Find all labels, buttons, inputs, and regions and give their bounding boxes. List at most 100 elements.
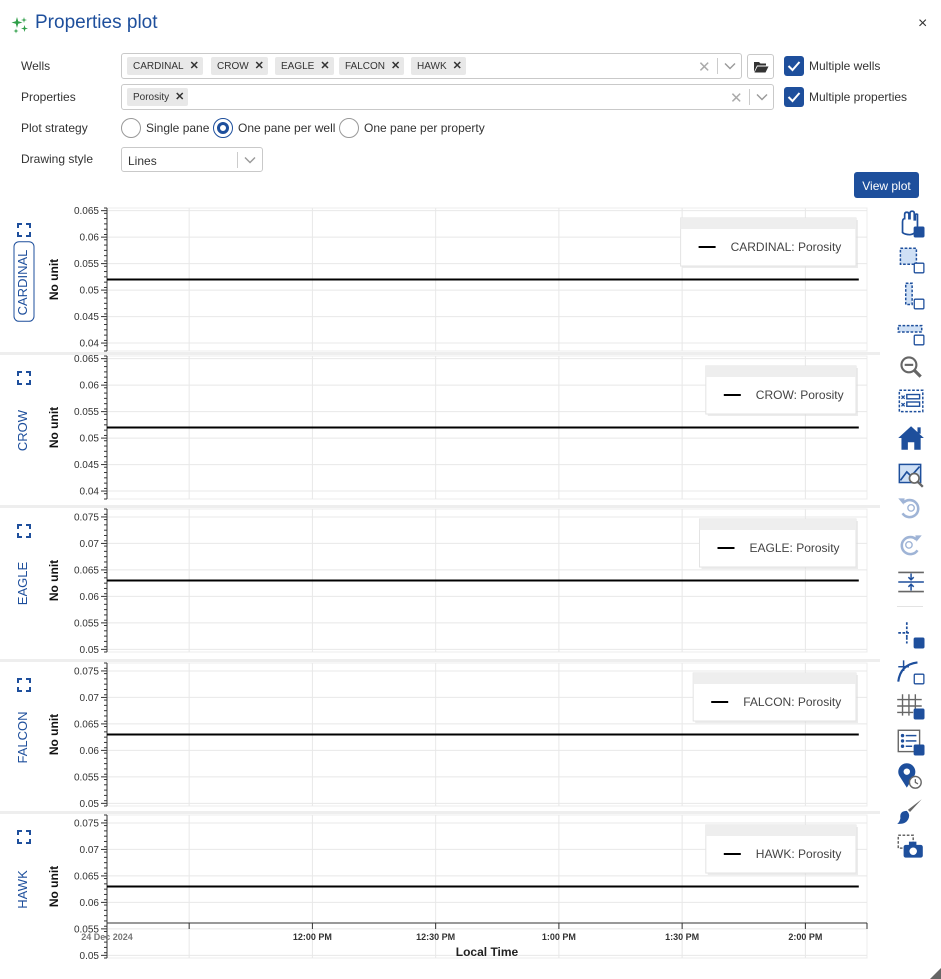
browse-wells-button[interactable] bbox=[747, 54, 774, 79]
multiple-wells-checkbox[interactable] bbox=[784, 56, 804, 76]
clear-wells-icon[interactable]: ✕ bbox=[698, 58, 711, 76]
point-draw-icon-glyph bbox=[898, 763, 922, 789]
reset-home-icon[interactable] bbox=[894, 423, 926, 453]
y-tick-label: 0.075 bbox=[74, 666, 99, 677]
chevron-down-icon[interactable] bbox=[756, 91, 768, 103]
chevron-down-icon[interactable] bbox=[724, 60, 736, 72]
wells-label: Wells bbox=[21, 59, 51, 73]
x-tick-label: 12:30 PM bbox=[416, 932, 455, 942]
hover-curve-icon[interactable] bbox=[894, 656, 926, 686]
well-label-crow: CROW bbox=[15, 409, 30, 451]
y-tick-label: 0.07 bbox=[80, 845, 100, 856]
x-axis-label: Local Time bbox=[456, 945, 519, 959]
y-tick-label: 0.04 bbox=[80, 487, 100, 498]
undo-icon-glyph bbox=[898, 498, 920, 519]
legend-header bbox=[680, 218, 856, 229]
remove-tag-icon[interactable]: ✕ bbox=[320, 57, 329, 75]
grid-toggle-icon[interactable] bbox=[894, 691, 926, 721]
expand-pane-icon[interactable] bbox=[17, 223, 31, 237]
radio-one-pane-per-well[interactable] bbox=[213, 118, 233, 138]
y-tick-label: 0.055 bbox=[74, 618, 99, 629]
remove-tag-icon[interactable]: ✕ bbox=[190, 57, 199, 75]
legend-entry-label: EAGLE: Porosity bbox=[750, 541, 840, 555]
x-zoom-icon-glyph bbox=[904, 282, 925, 310]
undo-icon[interactable] bbox=[894, 494, 926, 524]
zoom-out-icon-glyph bbox=[900, 356, 922, 378]
legend-header bbox=[693, 673, 856, 684]
save-snapshot-icon[interactable] bbox=[894, 832, 926, 862]
expand-pane-icon[interactable] bbox=[17, 678, 31, 692]
properties-multiselect[interactable]: Porosity ✕ ✕ bbox=[121, 84, 774, 110]
radio-one-pane-per-property[interactable] bbox=[339, 118, 359, 138]
wells-multiselect[interactable]: CARDINAL ✕ CROW ✕ EAGLE ✕ FALCON ✕ HAWK ✕ ✕ bbox=[121, 53, 742, 79]
clear-properties-icon[interactable]: ✕ bbox=[730, 89, 743, 107]
expand-pane-icon[interactable] bbox=[17, 371, 31, 385]
well-label-cardinal: CARDINAL bbox=[15, 250, 30, 316]
box-select-icon[interactable] bbox=[894, 387, 926, 417]
pan-icon[interactable] bbox=[894, 209, 926, 239]
properties-chart[interactable]: 0.065 0.06 0.055 0.05 0.045 0.04 No unit CARDIN… bbox=[0, 200, 890, 965]
legend-entry-label: FALCON: Porosity bbox=[743, 695, 841, 709]
y-tick-label: 0.065 bbox=[74, 565, 99, 576]
radio-single-pane[interactable] bbox=[121, 118, 141, 138]
well-tag-hawk: HAWK ✕ bbox=[411, 57, 466, 75]
legend-toggle-icon-glyph bbox=[897, 729, 925, 756]
remove-tag-icon[interactable]: ✕ bbox=[175, 88, 184, 106]
property-tag-label: Porosity bbox=[133, 92, 170, 103]
well-tag-label: EAGLE bbox=[281, 61, 315, 72]
y-axis-label: No unit bbox=[47, 259, 61, 300]
pane-separator bbox=[0, 811, 880, 814]
properties-label: Properties bbox=[21, 90, 76, 104]
multiple-properties-checkbox[interactable] bbox=[784, 87, 804, 107]
radio-one-pane-per-well-label: One pane per well bbox=[238, 121, 336, 135]
window-title: Properties plot bbox=[35, 12, 158, 33]
y-tick-label: 0.055 bbox=[74, 259, 99, 270]
expand-pane-icon[interactable] bbox=[17, 524, 31, 538]
y-tick-label: 0.045 bbox=[74, 460, 99, 471]
zoom-to-fit-icon[interactable] bbox=[894, 459, 926, 489]
remove-tag-icon[interactable]: ✕ bbox=[453, 57, 462, 75]
y-tick-label: 0.075 bbox=[74, 818, 99, 829]
box-zoom-icon[interactable] bbox=[894, 245, 926, 275]
well-tag-label: FALCON bbox=[345, 61, 386, 72]
range-tool-icon[interactable] bbox=[894, 567, 926, 597]
point-draw-icon[interactable] bbox=[894, 762, 926, 792]
y-tick-label: 0.05 bbox=[80, 434, 100, 445]
y-axis-label: No unit bbox=[47, 560, 61, 601]
toolbar-separator bbox=[897, 606, 923, 607]
legend-toggle-icon[interactable] bbox=[894, 727, 926, 757]
crosshair-icon-glyph bbox=[898, 622, 925, 649]
crosshair-icon[interactable] bbox=[894, 620, 926, 650]
folder-open-icon bbox=[754, 62, 769, 73]
drawing-style-select[interactable]: Lines bbox=[121, 147, 263, 172]
title-bar: Properties plot × bbox=[0, 0, 941, 48]
close-button[interactable]: × bbox=[918, 15, 927, 33]
x-tick-label: 2:00 PM bbox=[788, 932, 822, 942]
view-plot-button[interactable]: View plot bbox=[854, 172, 919, 198]
pane-cardinal: 0.065 0.06 0.055 0.05 0.045 0.04 No unit CARDIN… bbox=[13, 206, 868, 352]
freehand-draw-icon[interactable] bbox=[894, 797, 926, 827]
y-axis-label: No unit bbox=[47, 714, 61, 755]
y-zoom-icon[interactable] bbox=[894, 317, 926, 347]
drawing-style-value: Lines bbox=[128, 154, 157, 168]
x-zoom-icon[interactable] bbox=[894, 281, 926, 311]
remove-tag-icon[interactable]: ✕ bbox=[391, 57, 400, 75]
expand-pane-icon-path bbox=[17, 524, 31, 538]
chevron-down-icon bbox=[244, 157, 256, 164]
legend-header bbox=[705, 825, 856, 836]
pane-separator bbox=[0, 352, 880, 355]
redo-icon[interactable] bbox=[894, 531, 926, 561]
zoom-out-icon[interactable] bbox=[894, 352, 926, 382]
well-tag-eagle: EAGLE ✕ bbox=[275, 57, 334, 75]
y-tick-label: 0.05 bbox=[80, 799, 100, 810]
remove-tag-icon[interactable]: ✕ bbox=[255, 57, 264, 75]
zoom-to-fit-icon-glyph bbox=[898, 463, 924, 488]
well-tag-cardinal: CARDINAL ✕ bbox=[127, 57, 203, 75]
x-tick-label: 1:00 PM bbox=[542, 932, 576, 942]
well-tag-falcon: FALCON ✕ bbox=[339, 57, 405, 75]
well-label-eagle: EAGLE bbox=[15, 561, 30, 605]
expand-pane-icon[interactable] bbox=[17, 830, 31, 844]
freehand-draw-icon-glyph bbox=[897, 799, 922, 824]
resize-grip-icon[interactable] bbox=[930, 968, 941, 979]
y-axis-label: No unit bbox=[47, 866, 61, 907]
